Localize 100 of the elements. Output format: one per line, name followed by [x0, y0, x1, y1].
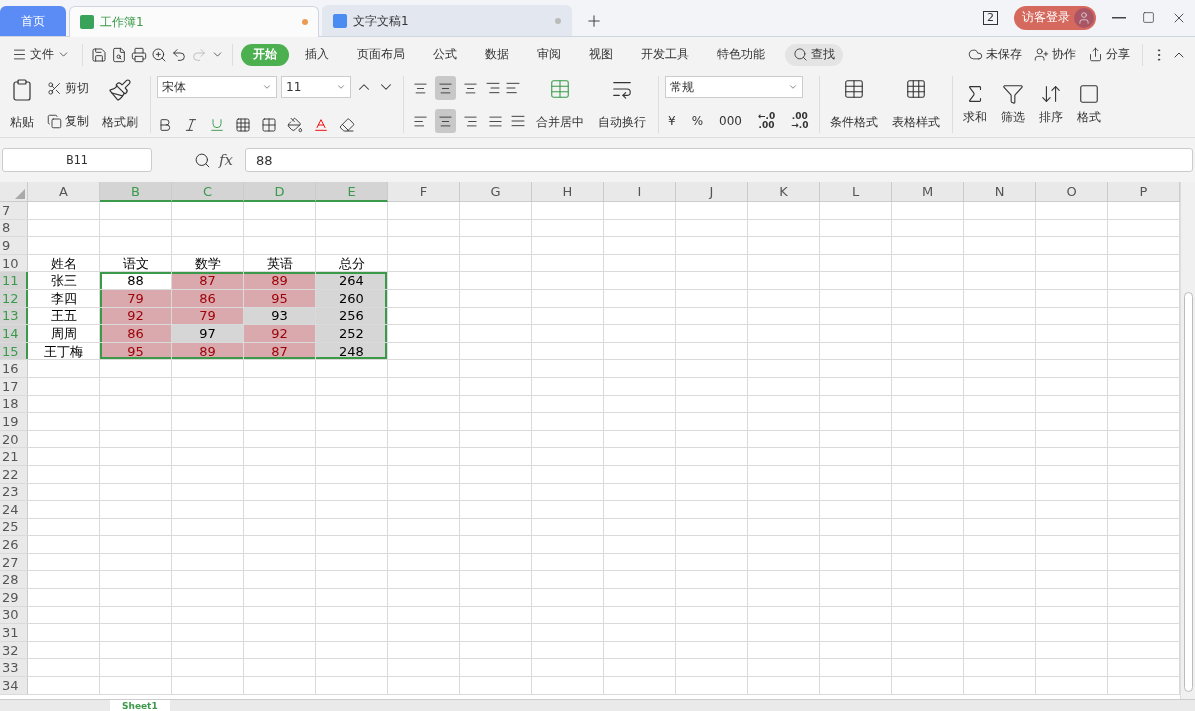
formula-field[interactable]: 88 [245, 148, 1193, 172]
row-header[interactable]: 28 [0, 571, 28, 589]
search-button[interactable]: 查找 [785, 43, 843, 66]
table-cell[interactable]: 88 [100, 272, 172, 289]
column-header[interactable]: K [748, 182, 820, 202]
undo-icon[interactable] [171, 46, 187, 63]
save-icon[interactable] [91, 46, 107, 63]
document-tab[interactable]: 文字文稿1 [322, 5, 572, 36]
bold-icon[interactable] [157, 117, 173, 133]
column-header[interactable]: F [388, 182, 460, 202]
row-header[interactable]: 32 [0, 641, 28, 659]
row-header[interactable]: 22 [0, 465, 28, 483]
table-cell[interactable]: 92 [244, 325, 316, 342]
edit-button[interactable]: 筛选 [997, 81, 1030, 128]
table-format-button[interactable]: 条件格式 [826, 76, 883, 133]
row-header[interactable]: 21 [0, 448, 28, 465]
table-cell[interactable]: 256 [316, 307, 388, 325]
merge-button[interactable]: 合并居中 [532, 76, 588, 133]
maximize-button[interactable] [1142, 11, 1155, 24]
table-cell[interactable]: 260 [316, 289, 388, 307]
table-cell[interactable]: 248 [316, 342, 388, 360]
table-cell[interactable]: 87 [244, 342, 316, 360]
document-search-icon[interactable] [111, 46, 127, 63]
number-format-button[interactable]: 000 [716, 109, 745, 133]
ribbon-tab[interactable]: 视图 [577, 43, 625, 66]
login-button[interactable]: 访客登录 [1014, 5, 1096, 30]
table-cell[interactable]: 87 [172, 272, 244, 289]
ribbon-tab[interactable]: 插入 [293, 43, 341, 66]
sheet-tab[interactable]: Sheet1 [110, 700, 170, 711]
minimize-button[interactable] [1112, 16, 1126, 19]
decimal-button[interactable]: ←.0 .00 [754, 109, 779, 133]
scrollbar-thumb[interactable] [1183, 292, 1193, 692]
table-cell[interactable]: 252 [316, 325, 388, 342]
table-cell[interactable]: 92 [100, 307, 172, 325]
column-header[interactable]: A [28, 182, 100, 202]
unsaved-button[interactable]: 未保存 [964, 43, 1026, 66]
column-header[interactable]: I [604, 182, 676, 202]
row-header[interactable]: 20 [0, 430, 28, 448]
table-cell[interactable]: 264 [316, 272, 388, 289]
new-tab-button[interactable] [585, 12, 603, 30]
table-cell[interactable]: 79 [100, 289, 172, 307]
table-cell[interactable]: 95 [244, 289, 316, 307]
italic-icon[interactable] [183, 117, 199, 133]
ribbon-tab[interactable]: 页面布局 [345, 43, 417, 66]
table-cell[interactable]: 86 [172, 289, 244, 307]
table-cell[interactable]: 97 [172, 325, 244, 342]
row-header[interactable]: 31 [0, 624, 28, 641]
column-header[interactable]: P [1108, 182, 1180, 202]
edit-button[interactable]: 排序 [1035, 81, 1068, 128]
font-color-icon[interactable] [313, 117, 329, 133]
ribbon-tab[interactable]: 审阅 [525, 43, 573, 66]
format-painter-button[interactable]: 格式刷 [98, 76, 142, 133]
column-header[interactable]: O [1036, 182, 1108, 202]
column-header[interactable]: N [964, 182, 1036, 202]
document-tab[interactable]: 工作簿1 [69, 6, 319, 37]
column-header[interactable]: H [532, 182, 604, 202]
row-header[interactable]: 25 [0, 518, 28, 536]
row-header[interactable]: 26 [0, 536, 28, 553]
collaborate-button[interactable]: 协作 [1030, 43, 1080, 66]
column-header[interactable]: M [892, 182, 964, 202]
row-header[interactable]: 9 [0, 237, 28, 254]
row-header[interactable]: 18 [0, 395, 28, 413]
decimal-button[interactable]: .00 →.0 [788, 109, 812, 133]
eraser-icon[interactable] [339, 117, 355, 133]
row-header[interactable]: 17 [0, 377, 28, 395]
table-cell[interactable]: 95 [100, 342, 172, 360]
zoom-icon[interactable] [194, 151, 211, 169]
paste-button[interactable]: 粘贴 [6, 76, 38, 133]
number-format-field[interactable]: 常规 [665, 76, 803, 98]
row-header[interactable]: 30 [0, 606, 28, 624]
font-name-field[interactable]: 宋体 [157, 76, 277, 98]
row-header[interactable]: 33 [0, 659, 28, 677]
name-box[interactable]: B11 [2, 148, 152, 172]
table-cell[interactable]: 89 [172, 342, 244, 360]
ribbon-tab[interactable]: 数据 [473, 43, 521, 66]
preview-icon[interactable] [151, 46, 167, 63]
row-header[interactable]: 27 [0, 553, 28, 571]
share-button[interactable]: 分享 [1084, 43, 1134, 66]
column-header[interactable]: G [460, 182, 532, 202]
row-header[interactable]: 7 [0, 202, 28, 219]
function-label[interactable]: fx [219, 151, 233, 169]
column-header[interactable]: L [820, 182, 892, 202]
window-count[interactable]: 2 [983, 10, 998, 25]
print-icon[interactable] [131, 46, 147, 63]
copy-button[interactable]: 复制 [44, 109, 92, 133]
ribbon-tab[interactable]: 开发工具 [629, 43, 701, 66]
table-cell[interactable]: 93 [244, 307, 316, 325]
wrap-button[interactable]: 自动换行 [594, 76, 650, 133]
edit-button[interactable]: 求和 [959, 81, 992, 128]
edit-button[interactable]: 格式 [1073, 81, 1106, 128]
border-icon[interactable] [235, 117, 251, 133]
table-cell[interactable]: 79 [172, 307, 244, 325]
table-cell[interactable]: 86 [100, 325, 172, 342]
row-header[interactable]: 10 [0, 254, 28, 272]
ribbon-tab[interactable]: 特色功能 [705, 43, 777, 66]
cut-button[interactable]: 剪切 [44, 76, 92, 100]
file-menu[interactable]: 文件 [8, 43, 74, 66]
align-button[interactable] [435, 76, 456, 100]
row-header[interactable]: 16 [0, 360, 28, 377]
row-header[interactable]: 23 [0, 483, 28, 501]
